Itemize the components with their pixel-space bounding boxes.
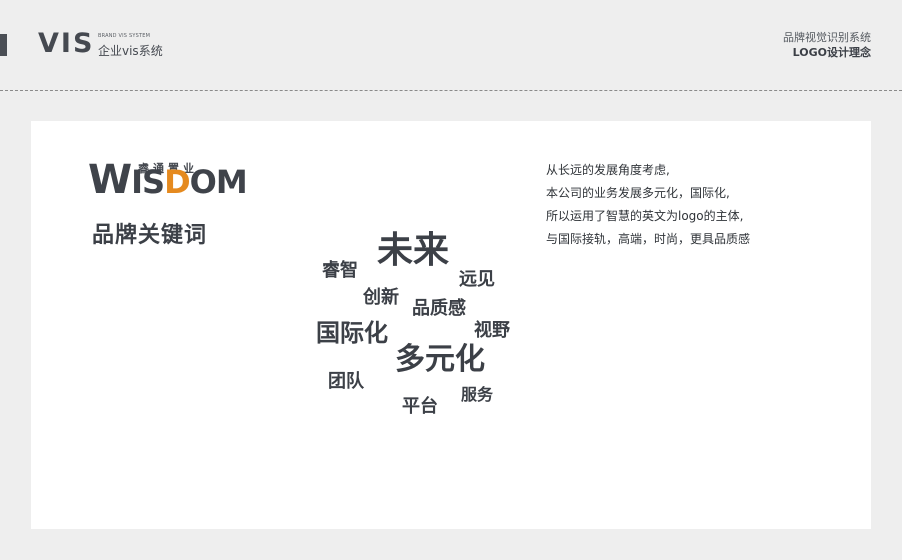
concept-description: 从长远的发展角度考虑, 本公司的业务发展多元化，国际化, 所以运用了智慧的英文为… [546,159,750,251]
keyword-service: 服务 [461,385,494,404]
brand-subtitle-cn: 企业vis系统 [98,44,163,58]
description-line: 所以运用了智慧的英文为logo的主体, [546,209,744,223]
header-divider [0,90,902,91]
description-line: 从长远的发展角度考虑, [546,163,670,177]
header-accent-bar [0,34,7,56]
keyword-diversification: 多元化 [395,342,485,377]
keyword-internationalization: 国际化 [316,319,388,347]
keyword-horizon: 视野 [474,320,510,341]
keyword-future: 未来 [377,230,450,271]
keyword-innovation: 创新 [363,287,399,308]
logo-letters-om: OM [189,163,248,201]
keyword-team: 团队 [328,371,364,392]
logo-letter-accent: D [164,163,191,201]
logo-letters-is: IS [131,163,165,201]
description-line: 与国际接轨，高端，时尚，更具品质感 [546,232,751,246]
keyword-vision: 远见 [459,269,495,290]
logo-letter-w: W [88,157,132,203]
header-right: 品牌视觉识别系统 LOGO设计理念 [783,30,871,61]
wisdom-logo: WISDOM [88,160,248,201]
keyword-quality: 品质感 [412,298,466,319]
brand-subtitle-en: BRAND VIS SYSTEM [98,33,151,39]
brand-mark: VIS [38,28,95,59]
section-subtitle: LOGO设计理念 [792,46,871,59]
keyword-platform: 平台 [402,396,438,417]
keyword-title: 品牌关键词 [92,223,208,248]
keyword-wisdom: 睿智 [322,260,358,281]
description-line: 本公司的业务发展多元化，国际化, [546,186,730,200]
section-title: 品牌视觉识别系统 [783,31,871,44]
